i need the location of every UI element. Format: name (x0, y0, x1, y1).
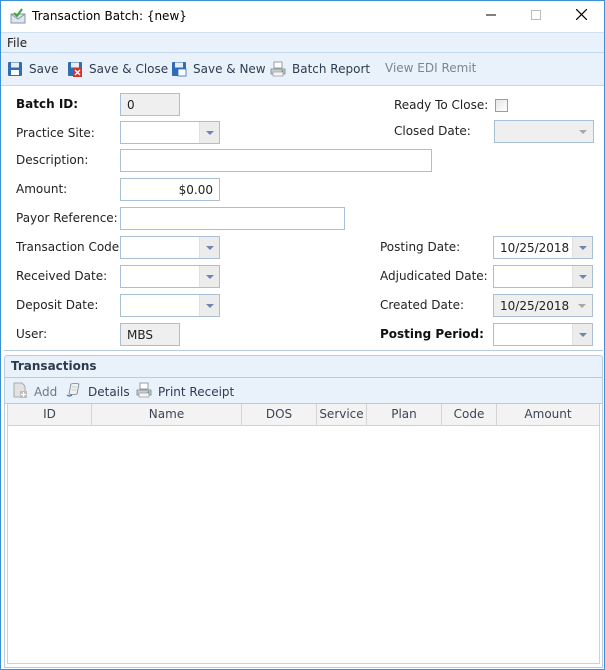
minimize-icon (486, 9, 496, 23)
payor-reference-label: Payor Reference: (16, 211, 118, 225)
save-close-icon (67, 61, 83, 77)
maximize-button[interactable] (513, 1, 559, 31)
menu-bar: File (1, 32, 604, 53)
posting-date-picker[interactable]: 10/25/2018 (493, 236, 593, 259)
save-close-button[interactable]: Save & Close (67, 61, 168, 77)
print-receipt-label: Print Receipt (158, 384, 235, 399)
created-date-label: Created Date: (380, 298, 465, 312)
posting-period-combo[interactable] (493, 323, 593, 346)
menu-file[interactable]: File (7, 36, 27, 50)
chevron-down-icon[interactable] (572, 324, 592, 345)
batch-report-button[interactable]: Batch Report (270, 61, 370, 77)
minimize-button[interactable] (468, 1, 514, 31)
chevron-down-icon (572, 295, 592, 316)
practice-site-combo[interactable] (120, 121, 220, 144)
closed-date-picker (494, 120, 594, 143)
transactions-title: Transactions (11, 359, 97, 373)
ready-to-close-label: Ready To Close: (394, 98, 489, 112)
grid-body: ID Name DOS Service Plan Code Amount (7, 404, 600, 664)
save-new-button[interactable]: Save & New (171, 61, 266, 77)
scroll-icon (66, 382, 82, 401)
description-label: Description: (16, 153, 89, 167)
view-edi-remit-label: View EDI Remit (385, 61, 477, 75)
print-receipt-button[interactable]: Print Receipt (136, 382, 234, 401)
maximize-icon (531, 9, 541, 23)
save-label: Save (29, 62, 59, 76)
adjudicated-date-label: Adjudicated Date: (380, 269, 488, 283)
close-button[interactable] (558, 1, 604, 31)
deposit-date-picker[interactable] (120, 294, 220, 317)
column-header-dos[interactable]: DOS (242, 404, 317, 426)
column-header-amount[interactable]: Amount (497, 404, 599, 426)
save-icon (7, 61, 23, 77)
transactions-grid[interactable]: ID Name DOS Service Plan Code Amount (4, 403, 603, 668)
batch-id-label: Batch ID: (16, 97, 79, 111)
chevron-down-icon[interactable] (199, 237, 219, 258)
chevron-down-icon[interactable] (572, 266, 592, 287)
deposit-date-label: Deposit Date: (16, 298, 99, 312)
grid-header-row: ID Name DOS Service Plan Code Amount (8, 404, 599, 426)
practice-site-label: Practice Site: (16, 126, 95, 140)
chevron-down-icon[interactable] (572, 237, 592, 258)
closed-date-label: Closed Date: (394, 124, 471, 138)
printer-icon (136, 382, 152, 401)
description-field[interactable] (120, 149, 432, 172)
batch-report-label: Batch Report (292, 62, 371, 76)
add-button[interactable]: Add (12, 382, 57, 401)
close-icon (575, 8, 587, 23)
chevron-down-icon (573, 121, 593, 142)
divider (4, 350, 603, 351)
chevron-down-icon[interactable] (199, 266, 219, 287)
save-close-label: Save & Close (89, 62, 169, 76)
title-bar: Transaction Batch: {new} (1, 1, 604, 32)
payor-reference-field[interactable] (120, 207, 345, 230)
details-label: Details (88, 384, 130, 399)
save-button[interactable]: Save (7, 61, 58, 77)
save-new-label: Save & New (193, 62, 266, 76)
column-header-plan[interactable]: Plan (367, 404, 442, 426)
user-label: User: (16, 327, 48, 341)
printer-icon (270, 61, 286, 77)
save-new-icon (171, 61, 187, 77)
received-date-picker[interactable] (120, 265, 220, 288)
received-date-label: Received Date: (16, 269, 108, 283)
adjudicated-date-picker[interactable] (493, 265, 593, 288)
user-field: MBS (120, 323, 180, 346)
amount-label: Amount: (16, 182, 68, 196)
column-header-id[interactable]: ID (8, 404, 92, 426)
column-header-name[interactable]: Name (92, 404, 242, 426)
add-label: Add (34, 384, 58, 399)
posting-period-label: Posting Period: (380, 327, 484, 341)
main-toolbar: Save Save & Close Save & New Batch Repor… (1, 53, 604, 86)
column-header-service[interactable]: Service (317, 404, 367, 426)
posting-date-label: Posting Date: (380, 240, 461, 254)
batch-id-field: 0 (120, 93, 180, 116)
posting-date-value: 10/25/2018 (500, 241, 570, 255)
column-header-code[interactable]: Code (442, 404, 497, 426)
transactions-panel-header: Transactions (4, 355, 603, 378)
created-date-value: 10/25/2018 (500, 299, 570, 313)
add-document-icon (12, 382, 28, 401)
chevron-down-icon[interactable] (199, 295, 219, 316)
amount-field[interactable]: $0.00 (120, 178, 220, 201)
chevron-down-icon[interactable] (199, 122, 219, 143)
ready-to-close-checkbox[interactable] (495, 99, 508, 112)
transaction-code-label: Transaction Code: (16, 240, 124, 254)
transaction-code-combo[interactable] (120, 236, 220, 259)
details-button[interactable]: Details (66, 382, 130, 401)
envelope-check-icon (10, 8, 26, 24)
transactions-toolbar: Add Details Print Receipt (4, 378, 603, 403)
window-title: Transaction Batch: {new} (32, 9, 187, 23)
transaction-batch-window: Transaction Batch: {new} File Save Save … (0, 0, 605, 670)
created-date-picker: 10/25/2018 (493, 294, 593, 317)
view-edi-remit-button[interactable]: View EDI Remit (385, 61, 476, 75)
